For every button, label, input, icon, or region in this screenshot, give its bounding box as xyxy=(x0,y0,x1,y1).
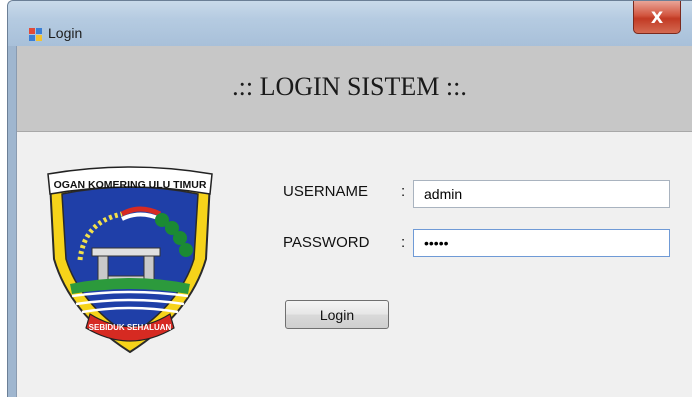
emblem-top-text: OGAN KOMERING ULU TIMUR xyxy=(54,179,207,191)
password-label: PASSWORD xyxy=(283,234,370,251)
close-icon: X xyxy=(650,7,664,27)
username-colon: : xyxy=(401,183,406,200)
username-label: USERNAME xyxy=(283,183,369,200)
login-button-label: Login xyxy=(319,306,355,323)
password-colon: : xyxy=(401,234,406,251)
window-title: Login xyxy=(48,25,83,41)
regency-emblem-logo: OGAN KOMERING ULU TIMUR SEBIDUK SEHALUAN xyxy=(47,166,213,354)
page-title: .:: LOGIN SISTEM ::. xyxy=(232,72,467,101)
username-input[interactable] xyxy=(413,180,670,208)
form-client-area: .:: LOGIN SISTEM ::. OGAN KOMERING ULU T… xyxy=(16,46,692,397)
header-band: .:: LOGIN SISTEM ::. xyxy=(17,46,692,132)
window-app-icon xyxy=(29,28,42,41)
title-bar[interactable]: Login xyxy=(8,1,692,46)
emblem-ribbon-text: SEBIDUK SEHALUAN xyxy=(89,323,172,332)
password-input[interactable] xyxy=(413,229,670,257)
login-window: Login X .:: LOGIN SISTEM ::. OGAN KOMERI… xyxy=(7,0,692,397)
login-button[interactable]: Login xyxy=(285,300,389,329)
close-button[interactable]: X xyxy=(633,1,681,34)
